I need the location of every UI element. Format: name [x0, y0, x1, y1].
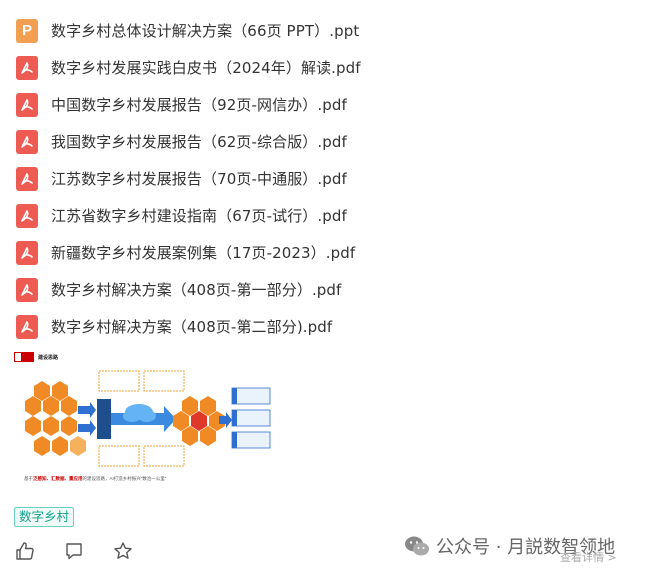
- star-icon[interactable]: [112, 540, 134, 562]
- ppt-file-icon: P: [16, 18, 38, 43]
- file-name: 数字乡村解决方案（408页-第一部分）.pdf: [51, 281, 342, 299]
- file-name: 中国数字乡村发展报告（92页-网信办）.pdf: [51, 96, 347, 114]
- diagram-box: [231, 409, 271, 427]
- caption-highlight: 泛感知、汇数据、重应用: [33, 476, 83, 481]
- diagram-hex: [191, 411, 207, 431]
- diagram-arrow: [78, 420, 96, 436]
- diagram-box-header: [232, 432, 237, 448]
- ppt-letter: P: [21, 22, 32, 39]
- file-item[interactable]: 江苏省数字乡村建设指南（67页-试行）.pdf: [16, 197, 616, 234]
- file-item[interactable]: 我国数字乡村发展报告（62页-综合版）.pdf: [16, 123, 616, 160]
- file-name: 江苏省数字乡村建设指南（67页-试行）.pdf: [51, 207, 347, 225]
- diagram-box-header: [232, 388, 237, 404]
- diagram-hex: [182, 396, 198, 416]
- file-item[interactable]: P 数字乡村总体设计解决方案（66页 PPT）.ppt: [16, 12, 616, 49]
- diagram-hex: [173, 411, 189, 431]
- diagram-cloud: [138, 410, 156, 422]
- pdf-file-icon: [16, 277, 38, 302]
- file-item[interactable]: 数字乡村解决方案（408页-第一部分）.pdf: [16, 271, 616, 308]
- file-item[interactable]: 江苏数字乡村发展报告（70页-中通服）.pdf: [16, 160, 616, 197]
- diagram-hex: [61, 416, 77, 436]
- figure-image[interactable]: 建设思路 基于泛感知、汇数据、重应用的建设思路，AI打造乡村振兴“数治一公里”: [14, 352, 276, 488]
- diagram-hex: [43, 396, 59, 416]
- diagram-box: [231, 387, 271, 405]
- diagram-box: [143, 445, 185, 467]
- caption-post: 的建设思路，AI打造乡村振兴“数治一公里”: [82, 476, 167, 481]
- diagram-box: [98, 370, 140, 392]
- action-bar: [14, 540, 134, 562]
- diagram-box: [231, 431, 271, 449]
- diagram-hex: [52, 436, 68, 456]
- diagram-hex: [52, 381, 68, 401]
- diagram-hex: [25, 396, 41, 416]
- figure-diagram: [25, 370, 271, 467]
- diagram-hex: [70, 436, 86, 456]
- diagram-hex: [200, 426, 216, 446]
- read-more-link[interactable]: 查看详情 >: [560, 549, 617, 565]
- file-name: 数字乡村总体设计解决方案（66页 PPT）.ppt: [51, 22, 360, 40]
- file-item[interactable]: 数字乡村发展实践白皮书（2024年）解读.pdf: [16, 49, 616, 86]
- diagram-box: [98, 445, 140, 467]
- diagram-hex: [34, 436, 50, 456]
- figure-header: 建设思路: [14, 352, 58, 362]
- diagram-hex: [43, 416, 59, 436]
- diagram-hex: [34, 381, 50, 401]
- diagram-hex: [25, 416, 41, 436]
- comment-icon[interactable]: [63, 540, 85, 562]
- file-item[interactable]: 中国数字乡村发展报告（92页-网信办）.pdf: [16, 86, 616, 123]
- figure-title: 建设思路: [38, 354, 59, 361]
- figure-caption: 基于泛感知、汇数据、重应用的建设思路，AI打造乡村振兴“数治一公里”: [24, 476, 166, 482]
- like-icon[interactable]: [14, 540, 36, 562]
- file-name: 我国数字乡村发展报告（62页-综合版）.pdf: [51, 133, 347, 151]
- pdf-file-icon: [16, 92, 38, 117]
- pdf-file-icon: [16, 240, 38, 265]
- attachment-list: P 数字乡村总体设计解决方案（66页 PPT）.ppt 数字乡村发展实践白皮书（20…: [16, 12, 616, 345]
- pdf-file-icon: [16, 166, 38, 191]
- pdf-file-icon: [16, 55, 38, 80]
- pdf-file-icon: [16, 129, 38, 154]
- file-name: 新疆数字乡村发展案例集（17页-2023）.pdf: [51, 244, 356, 262]
- file-item[interactable]: 新疆数字乡村发展案例集（17页-2023）.pdf: [16, 234, 616, 271]
- pdf-file-icon: [16, 203, 38, 228]
- file-name: 数字乡村解决方案（408页-第二部分).pdf: [51, 318, 333, 336]
- file-name: 数字乡村发展实践白皮书（2024年）解读.pdf: [51, 59, 361, 77]
- pdf-file-icon: [16, 314, 38, 339]
- caption-pre: 基于: [24, 476, 33, 481]
- diagram-box: [143, 370, 185, 392]
- file-item[interactable]: 数字乡村解决方案（408页-第二部分).pdf: [16, 308, 616, 345]
- diagram-arrow: [78, 402, 96, 418]
- file-name: 江苏数字乡村发展报告（70页-中通服）.pdf: [51, 170, 347, 188]
- figure-flag-icon: [14, 352, 34, 362]
- wechat-logo-icon: [405, 536, 429, 556]
- diagram-hex: [182, 426, 198, 446]
- diagram-data-block: [97, 399, 111, 439]
- topic-tag[interactable]: 数字乡村: [14, 507, 75, 527]
- diagram-hex: [61, 396, 77, 416]
- diagram-hex: [200, 396, 216, 416]
- diagram-box-header: [232, 410, 237, 426]
